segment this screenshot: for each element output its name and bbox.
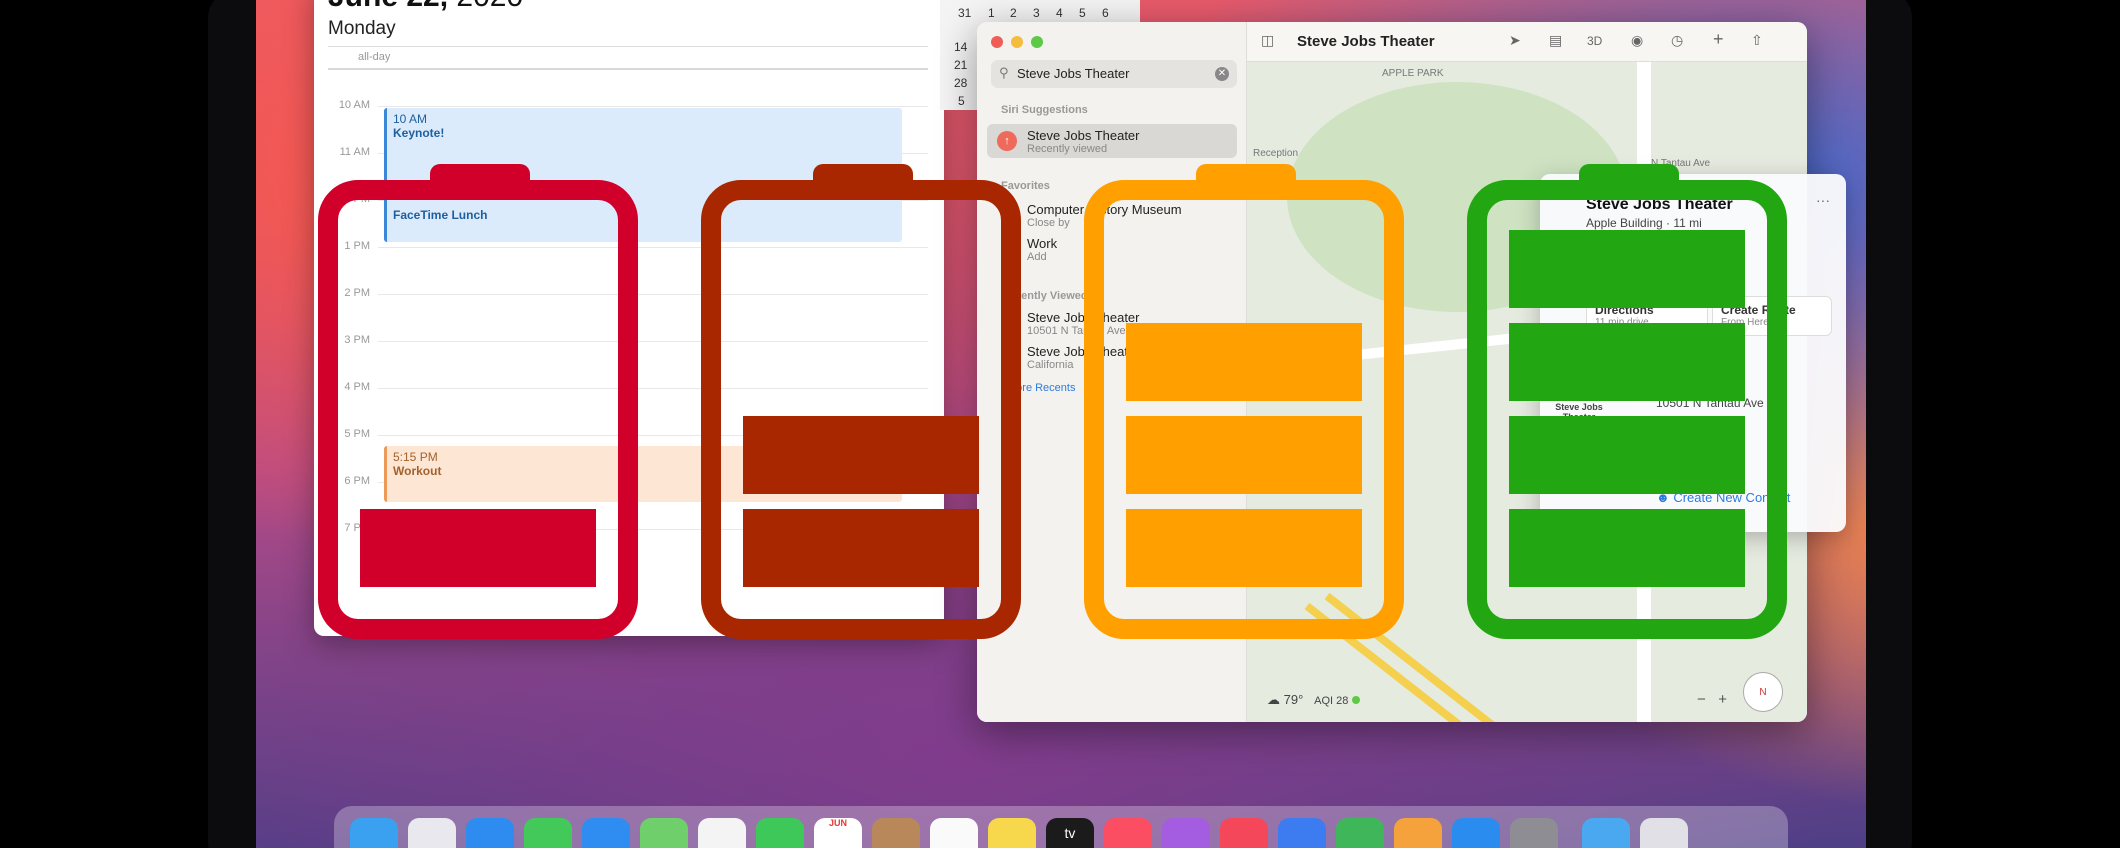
clear-search-icon[interactable]: ✕ bbox=[1215, 67, 1229, 81]
mini-date[interactable]: 28 bbox=[954, 76, 967, 90]
battery-low-icon bbox=[701, 164, 1021, 639]
compass-icon[interactable]: N bbox=[1743, 672, 1783, 712]
siri-suggestions-header: Siri Suggestions bbox=[1001, 104, 1088, 116]
battery-cell bbox=[743, 416, 979, 494]
calendar-hour-row[interactable]: 10 AM bbox=[328, 99, 928, 111]
sidebar-toggle-icon[interactable]: ◫ bbox=[1261, 32, 1274, 49]
search-icon: ⚲ bbox=[999, 65, 1009, 80]
system-preferences-icon[interactable] bbox=[1510, 818, 1558, 848]
battery-cell bbox=[1126, 323, 1362, 401]
app-store-icon[interactable] bbox=[1452, 818, 1500, 848]
calendar-icon[interactable]: JUN bbox=[814, 818, 862, 848]
finder-icon[interactable] bbox=[350, 818, 398, 848]
tv-icon[interactable]: tv bbox=[1046, 818, 1094, 848]
maps-toolbar: ◫ Steve Jobs Theater ➤ ▤ 3D ◉ ◷ + ⇧ bbox=[1247, 22, 1807, 62]
trash-icon[interactable] bbox=[1640, 818, 1688, 848]
news-icon[interactable] bbox=[1220, 818, 1268, 848]
3d-toggle-icon[interactable]: 3D bbox=[1587, 34, 1602, 48]
all-day-row[interactable]: all-day bbox=[328, 46, 928, 70]
battery-critical-icon bbox=[318, 164, 638, 639]
share-icon[interactable]: ⇧ bbox=[1751, 32, 1763, 49]
notes-icon[interactable] bbox=[988, 818, 1036, 848]
toolbar-title: Steve Jobs Theater bbox=[1297, 33, 1435, 50]
mini-date[interactable]: 5 bbox=[1079, 6, 1086, 20]
map-label-reception: Reception bbox=[1253, 148, 1299, 159]
numbers-icon[interactable] bbox=[1336, 818, 1384, 848]
minimize-window-button[interactable] bbox=[1011, 36, 1023, 48]
mini-date[interactable]: 14 bbox=[954, 40, 967, 54]
hour-label: 10 AM bbox=[338, 99, 370, 111]
calendar-weekday: Monday bbox=[328, 18, 396, 39]
look-around-icon[interactable]: ◉ bbox=[1631, 32, 1643, 49]
mini-date[interactable]: 5 bbox=[958, 94, 965, 108]
close-window-button[interactable] bbox=[991, 36, 1003, 48]
battery-cell bbox=[1126, 509, 1362, 587]
battery-cell bbox=[1509, 323, 1745, 401]
podcasts-icon[interactable] bbox=[1162, 818, 1210, 848]
mini-date[interactable]: 3 bbox=[1033, 6, 1040, 20]
contacts-icon[interactable] bbox=[872, 818, 920, 848]
mail-icon[interactable] bbox=[582, 818, 630, 848]
mini-date[interactable]: 6 bbox=[1102, 6, 1109, 20]
weather-readout: ☁ 79° AQI 28 bbox=[1267, 692, 1361, 708]
battery-cell bbox=[1509, 509, 1745, 587]
calendar-date-title: June 22, 2020 bbox=[328, 0, 523, 14]
clock-icon[interactable]: ◷ bbox=[1671, 32, 1683, 49]
suggestion-steve-jobs-theater[interactable]: ↑ Steve Jobs Theater Recently viewed bbox=[987, 124, 1237, 158]
keynote-icon[interactable] bbox=[1278, 818, 1326, 848]
reminders-icon[interactable] bbox=[930, 818, 978, 848]
messages-icon[interactable] bbox=[524, 818, 572, 848]
maps-icon[interactable] bbox=[640, 818, 688, 848]
zoom-out-button[interactable]: − bbox=[1697, 691, 1706, 708]
mini-date[interactable]: 31 bbox=[958, 6, 971, 20]
pages-icon[interactable] bbox=[1394, 818, 1442, 848]
aqi-status-dot bbox=[1352, 696, 1361, 704]
weather-icon: ☁ bbox=[1267, 692, 1280, 707]
zoom-controls: − + bbox=[1697, 691, 1727, 708]
map-label-apple-park: APPLE PARK bbox=[1382, 68, 1444, 79]
zoom-window-button[interactable] bbox=[1031, 36, 1043, 48]
mini-date[interactable]: 1 bbox=[988, 6, 995, 20]
add-icon[interactable]: + bbox=[1713, 29, 1724, 50]
location-arrow-icon[interactable]: ➤ bbox=[1509, 32, 1521, 49]
launchpad-icon[interactable] bbox=[408, 818, 456, 848]
facetime-icon[interactable] bbox=[756, 818, 804, 848]
photos-icon[interactable] bbox=[698, 818, 746, 848]
mini-date[interactable]: 21 bbox=[954, 58, 967, 72]
safari-icon[interactable] bbox=[466, 818, 514, 848]
battery-medium-icon bbox=[1084, 164, 1404, 639]
mini-date[interactable]: 2 bbox=[1010, 6, 1017, 20]
battery-cell bbox=[1509, 230, 1745, 308]
battery-cell bbox=[1126, 416, 1362, 494]
more-options-icon[interactable]: ··· bbox=[1816, 192, 1830, 208]
zoom-in-button[interactable]: + bbox=[1718, 691, 1727, 708]
hour-label: 11 AM bbox=[339, 146, 370, 158]
search-input[interactable]: ⚲ Steve Jobs Theater ✕ bbox=[991, 60, 1237, 88]
hour-gridline bbox=[378, 106, 928, 107]
battery-cell bbox=[743, 509, 979, 587]
mini-date[interactable]: 4 bbox=[1056, 6, 1063, 20]
battery-cell bbox=[360, 509, 596, 587]
map-mode-icon[interactable]: ▤ bbox=[1549, 32, 1562, 49]
location-pin-icon: ↑ bbox=[997, 131, 1017, 151]
battery-full-icon bbox=[1467, 164, 1787, 639]
music-icon[interactable] bbox=[1104, 818, 1152, 848]
downloads-folder-icon[interactable] bbox=[1582, 818, 1630, 848]
battery-cell bbox=[1509, 416, 1745, 494]
